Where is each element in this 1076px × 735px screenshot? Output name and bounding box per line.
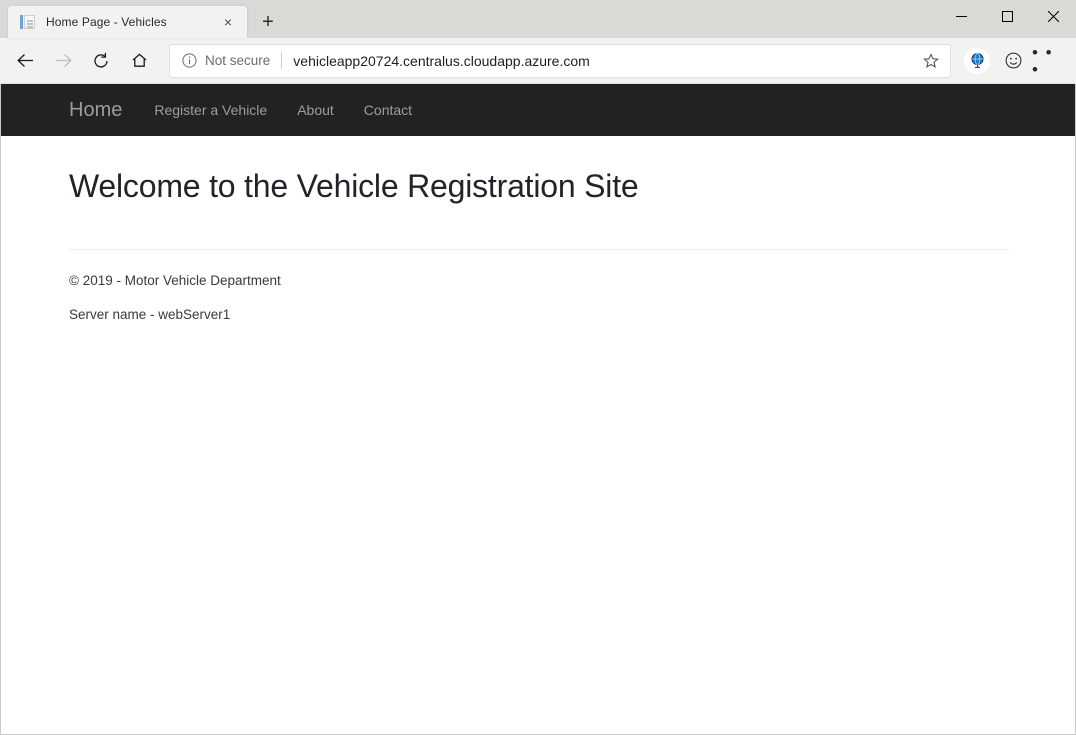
- tab-strip: Home Page - Vehicles × +: [0, 0, 285, 38]
- nav-brand-home[interactable]: Home: [69, 99, 122, 122]
- footer-copyright: © 2019 - Motor Vehicle Department: [69, 273, 1009, 288]
- browser-toolbar: Not secure vehicleapp20724.centralus.clo…: [0, 38, 1076, 84]
- star-icon[interactable]: [918, 48, 944, 74]
- nav-link-contact[interactable]: Contact: [364, 102, 412, 118]
- security-status-label: Not secure: [205, 53, 270, 68]
- address-bar-divider: [281, 52, 282, 69]
- page-title: Welcome to the Vehicle Registration Site: [69, 168, 1009, 205]
- settings-more-button[interactable]: • • •: [1032, 44, 1066, 78]
- home-icon[interactable]: [120, 44, 158, 78]
- web-note-globe-icon[interactable]: [960, 44, 994, 78]
- site-navigation-bar: Home Register a Vehicle About Contact: [1, 84, 1075, 136]
- footer-server-name: Server name - webServer1: [69, 307, 1009, 322]
- close-icon[interactable]: ×: [217, 11, 239, 33]
- nav-link-register-a-vehicle[interactable]: Register a Vehicle: [154, 102, 267, 118]
- new-tab-button[interactable]: +: [251, 6, 285, 38]
- page-content: Welcome to the Vehicle Registration Site…: [1, 136, 1075, 322]
- content-divider: [69, 249, 1009, 250]
- window-controls: [938, 0, 1076, 32]
- browser-window: Home Page - Vehicles × +: [0, 0, 1076, 735]
- smiley-face-icon[interactable]: [996, 44, 1030, 78]
- refresh-icon[interactable]: [82, 44, 120, 78]
- tab-title: Home Page - Vehicles: [46, 15, 217, 29]
- nav-link-about[interactable]: About: [297, 102, 334, 118]
- back-arrow-icon[interactable]: [6, 44, 44, 78]
- address-bar[interactable]: Not secure vehicleapp20724.centralus.clo…: [170, 45, 950, 77]
- page-document-icon: [20, 14, 36, 30]
- minimize-icon[interactable]: [938, 0, 984, 32]
- close-icon[interactable]: [1030, 0, 1076, 32]
- info-circle-icon: [182, 53, 197, 68]
- url-text[interactable]: vehicleapp20724.centralus.cloudapp.azure…: [293, 53, 918, 69]
- settings-more-label: • • •: [1032, 44, 1066, 78]
- forward-arrow-icon: [44, 44, 82, 78]
- title-bar: Home Page - Vehicles × +: [0, 0, 1076, 38]
- page-viewport: Home Register a Vehicle About Contact We…: [0, 84, 1076, 735]
- browser-tab-active[interactable]: Home Page - Vehicles ×: [8, 6, 247, 38]
- maximize-icon[interactable]: [984, 0, 1030, 32]
